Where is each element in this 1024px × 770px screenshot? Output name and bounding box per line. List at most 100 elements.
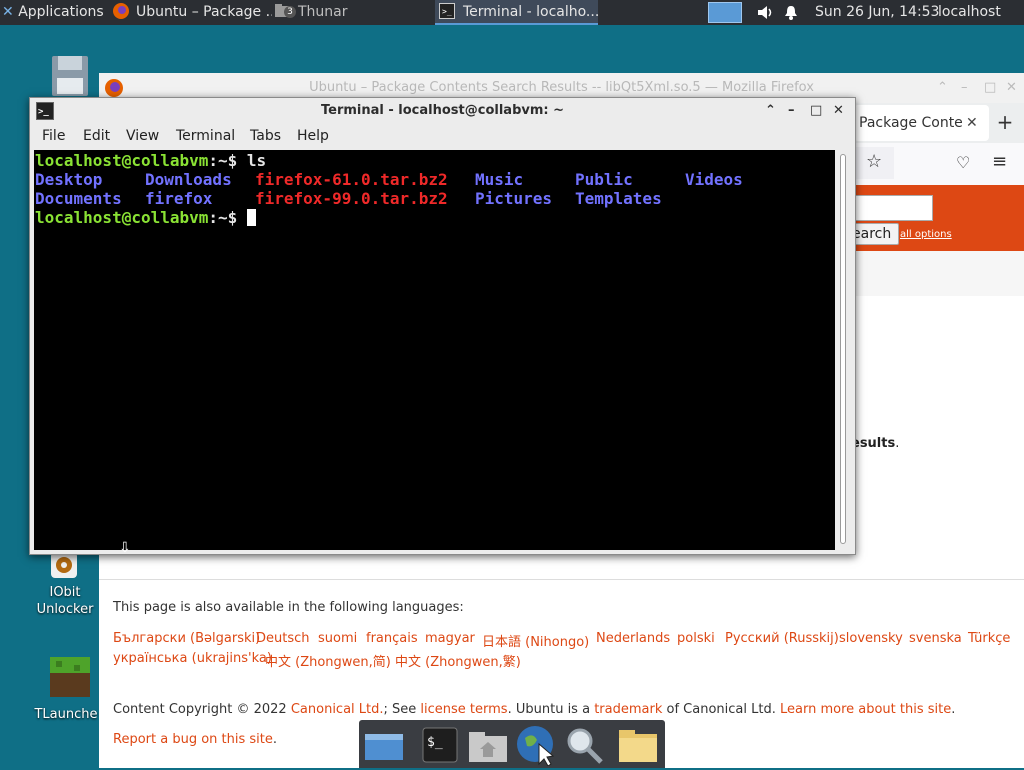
- listing-entry: Public: [575, 170, 633, 189]
- maximize-icon[interactable]: □: [810, 98, 822, 124]
- footer-period: .: [951, 702, 956, 717]
- window-count-badge: 3: [284, 6, 296, 18]
- clock[interactable]: Sun 26 Jun, 14:53: [815, 0, 939, 25]
- search-button[interactable]: earch: [851, 223, 899, 245]
- notifications-bell-icon[interactable]: [783, 4, 799, 21]
- dock: $_: [359, 720, 665, 768]
- trademark-link[interactable]: trademark: [594, 702, 662, 717]
- see-text: ; See: [383, 702, 421, 717]
- close-icon[interactable]: ✕: [833, 98, 844, 124]
- web-browser-icon[interactable]: [515, 724, 557, 767]
- minimize-icon[interactable]: –: [788, 98, 795, 124]
- language-link[interactable]: svenska: [909, 631, 962, 646]
- app-menu-icon[interactable]: ≡: [992, 151, 1007, 172]
- taskbar-item-terminal[interactable]: >_ Terminal - localho...: [435, 0, 598, 25]
- results-text: esults.: [851, 436, 899, 451]
- xfce-logo-icon: ✕: [2, 4, 14, 20]
- terminal-icon[interactable]: $_: [419, 724, 461, 766]
- terminal-window: >_ Terminal - localhost@collabvm: ~ ⌃ – …: [29, 97, 856, 555]
- language-link[interactable]: Nederlands: [596, 631, 670, 646]
- language-link[interactable]: українська (ukrajins'ka): [113, 651, 272, 666]
- tlauncher-label[interactable]: TLaunche: [30, 706, 102, 723]
- report-bug-link[interactable]: Report a bug on this site: [113, 732, 273, 747]
- applications-menu[interactable]: ✕ Applications: [2, 0, 110, 25]
- tlauncher-icon[interactable]: [48, 655, 92, 699]
- language-link[interactable]: Türkçe: [968, 631, 1010, 646]
- language-link[interactable]: slovensky: [839, 631, 903, 646]
- terminal-menubar: File Edit View Terminal Tabs Help: [30, 124, 855, 148]
- listing-entry: firefox-99.0.tar.bz2: [255, 189, 448, 208]
- new-tab-button[interactable]: +: [992, 109, 1018, 135]
- firefox-icon: [113, 3, 129, 19]
- divider: [99, 579, 1024, 580]
- language-link[interactable]: Русский (Russkij): [725, 631, 839, 646]
- pocket-icon[interactable]: ♡: [956, 153, 970, 172]
- terminal-scrollbar[interactable]: [836, 150, 850, 550]
- license-terms-link[interactable]: license terms: [420, 702, 507, 717]
- language-link[interactable]: magyar: [425, 631, 475, 646]
- iobit-unlocker-label[interactable]: IObit Unlocker: [30, 584, 100, 618]
- language-link[interactable]: Български (Bəlgarski): [113, 631, 260, 646]
- learn-more-link[interactable]: Learn more about this site: [780, 702, 951, 717]
- prompt-symbol: $: [227, 151, 247, 170]
- svg-text:>_: >_: [38, 107, 49, 117]
- home-folder-icon[interactable]: [467, 724, 509, 766]
- results-period: .: [895, 436, 900, 451]
- floppy-drive-icon[interactable]: [48, 54, 92, 98]
- menu-edit[interactable]: Edit: [83, 124, 110, 148]
- tab-close-icon[interactable]: ✕: [966, 105, 978, 141]
- footer-copyright: Content Copyright © 2022 Canonical Ltd.;…: [113, 702, 955, 717]
- ff-minimize-icon[interactable]: –: [961, 73, 968, 103]
- terminal-titlebar[interactable]: >_ Terminal - localhost@collabvm: ~ ⌃ – …: [30, 98, 855, 124]
- ff-chevron-up-icon[interactable]: ⌃: [937, 73, 948, 103]
- chevron-up-icon[interactable]: ⌃: [765, 98, 776, 124]
- listing-entry: firefox-61.0.tar.bz2: [255, 170, 448, 189]
- menu-tabs[interactable]: Tabs: [250, 124, 281, 148]
- svg-text:$_: $_: [427, 735, 443, 750]
- listing-entry: Desktop: [35, 170, 103, 189]
- workspace-switcher[interactable]: [708, 2, 742, 23]
- listing-entry: Templates: [575, 189, 662, 208]
- window-title: Ubuntu – Package Contents Search Results…: [309, 80, 814, 95]
- results-fragment: esults: [851, 436, 896, 451]
- menu-help[interactable]: Help: [297, 124, 329, 148]
- taskbar-item-firefox[interactable]: Ubuntu – Package ...: [112, 0, 272, 25]
- language-link[interactable]: suomi: [318, 631, 357, 646]
- language-link[interactable]: polski: [677, 631, 715, 646]
- scrollbar-thumb[interactable]: [840, 154, 846, 544]
- package-search-input[interactable]: [851, 195, 933, 221]
- taskbar-item-label: Thunar: [298, 4, 348, 20]
- volume-icon[interactable]: [756, 4, 774, 21]
- menu-file[interactable]: File: [42, 124, 65, 148]
- content-strip: [854, 251, 1024, 296]
- listing-entry: Music: [475, 170, 524, 189]
- taskbar-item-label: Terminal - localho...: [463, 4, 598, 20]
- files-icon[interactable]: [617, 724, 659, 766]
- menu-view[interactable]: View: [126, 124, 159, 148]
- listing-entry: Pictures: [475, 189, 553, 208]
- text-cursor: [246, 209, 256, 226]
- tab-package-contents[interactable]: Package Conte ✕: [854, 105, 989, 141]
- taskbar-item-thunar[interactable]: Thunar 3: [274, 0, 384, 25]
- ff-close-icon[interactable]: ✕: [1006, 73, 1017, 103]
- show-desktop-icon[interactable]: [363, 724, 405, 766]
- top-panel: ✕ Applications Ubuntu – Package ... Thun…: [0, 0, 1024, 25]
- menu-terminal[interactable]: Terminal: [176, 124, 235, 148]
- language-link[interactable]: 日本語 (Nihongo): [482, 631, 589, 650]
- terminal-icon: >_: [36, 102, 54, 120]
- all-options-link[interactable]: all options: [900, 229, 952, 240]
- prompt-path: :~: [208, 151, 228, 170]
- copyright-prefix: Content Copyright © 2022: [113, 702, 291, 717]
- language-link[interactable]: français: [366, 631, 418, 646]
- language-link[interactable]: 中文 (Zhongwen,繁): [395, 651, 521, 670]
- canonical-link[interactable]: Canonical Ltd.: [291, 702, 384, 717]
- terminal-screen[interactable]: localhost@collabvm:~$ ls Desktop Download…: [34, 150, 835, 550]
- ff-maximize-icon[interactable]: □: [984, 73, 996, 103]
- svg-text:>_: >_: [442, 7, 452, 16]
- language-link[interactable]: 中文 (Zhongwen,简): [265, 651, 391, 670]
- terminal-icon: >_: [439, 3, 455, 19]
- language-link[interactable]: Deutsch: [256, 631, 310, 646]
- bookmark-star-icon[interactable]: ☆: [866, 151, 882, 172]
- url-bar-end[interactable]: ☆: [854, 147, 894, 179]
- search-icon[interactable]: [563, 724, 605, 766]
